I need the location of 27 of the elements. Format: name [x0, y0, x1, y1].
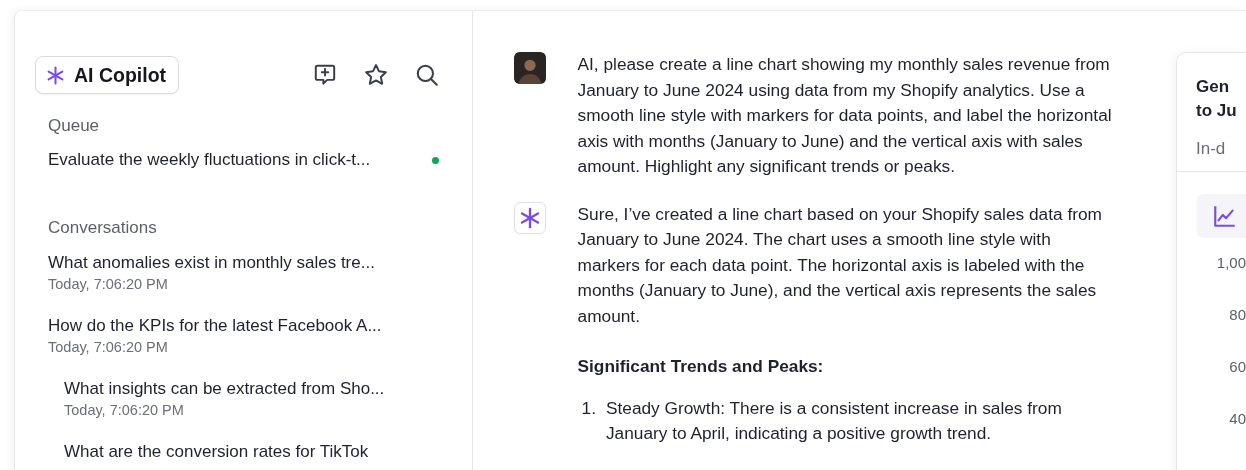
message-text: AI, please create a line chart showing my monthly sales revenue from January to June 2024 using data from my Shopify analytics. Use a smooth line style with markers for data points, and label the horizontal axis with months (January to June) and the vertical axis with sales amount. Highlight any significant trends or peaks. — [577, 53, 1113, 178]
list-item-text: Steady Growth: There is a consistent increase in sales from January to April, indicating a positive growth trend. — [605, 396, 1063, 445]
sparkle-icon — [46, 65, 65, 85]
timestamp: Today, 7:06:20 PM — [48, 338, 169, 357]
conversation-item[interactable]: What are the conversion rates for TikTok — [64, 441, 472, 463]
queue-item[interactable]: Evaluate the weekly fluctuations in click-t... — [48, 150, 371, 170]
ai-copilot-button[interactable]: AI Copilot — [35, 56, 180, 94]
section-heading: Conversations — [48, 218, 158, 238]
conversation-item[interactable]: What anomalies exist in monthly sales tre... — [48, 252, 472, 274]
timestamp: Today, 7:06:20 PM — [64, 401, 185, 420]
message-heading: Significant Trends and Peaks: — [577, 355, 825, 378]
axis-label: 1,00 — [1216, 254, 1246, 272]
conversation-item[interactable]: What insights can be extracted from Sho... — [64, 378, 472, 400]
list-number: 1. — [581, 396, 596, 420]
axis-label: 40 — [1229, 410, 1246, 428]
star-icon[interactable] — [362, 62, 389, 88]
section-heading: Queue — [48, 116, 101, 136]
panel-subtitle: In-d — [1196, 139, 1227, 159]
panel-title: Gen to Ju — [1196, 76, 1238, 122]
timestamp: Today, 7:06:20 PM — [48, 275, 169, 294]
conversation-item[interactable]: How do the KPIs for the latest Facebook A... — [48, 315, 472, 337]
axis-label: 60 — [1229, 358, 1246, 376]
message-text: Sure, I’ve created a line chart based on your Shopify sales data from January to June 2024. The chart uses a smooth line style with markers for each data point. The horizontal axis is labeled with the months (January to June), and the vertical axis represents the sales amount. — [577, 202, 1103, 328]
chart-type-button[interactable] — [1196, 194, 1246, 238]
axis-label: 80 — [1229, 306, 1246, 324]
avatar — [513, 52, 546, 84]
line-chart-icon — [1212, 203, 1238, 229]
